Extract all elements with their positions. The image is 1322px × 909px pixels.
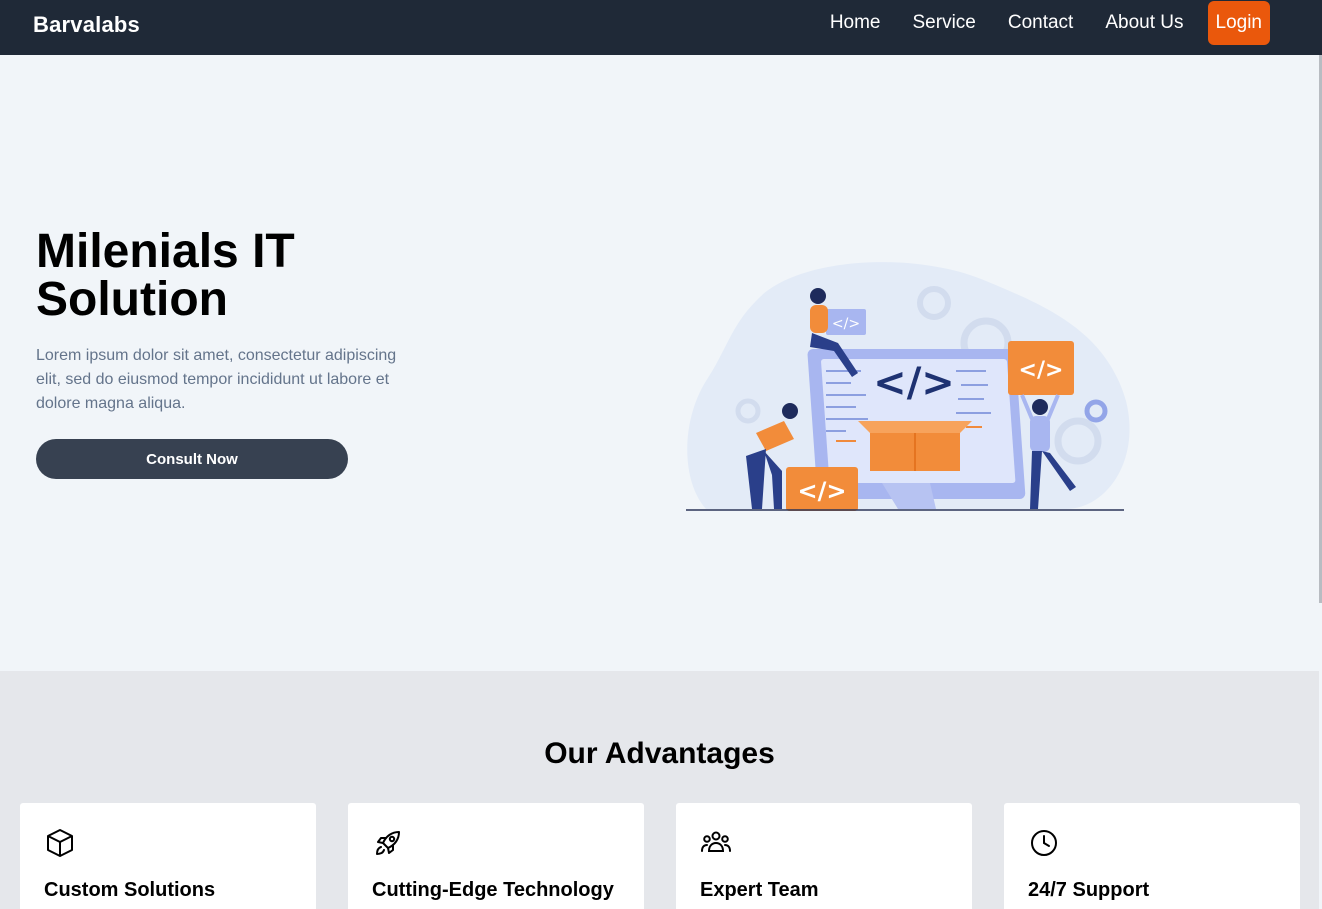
nav-link-contact[interactable]: Contact <box>1008 12 1073 34</box>
card-title: Cutting-Edge Technology <box>372 879 614 901</box>
top-navbar: Barvalabs Home Service Contact About Us … <box>0 0 1322 55</box>
clock-icon <box>1031 830 1057 856</box>
brand-logo[interactable]: Barvalabs <box>33 12 140 38</box>
svg-text:</>: </> <box>832 316 860 332</box>
code-illustration: </> </> </> </> <box>686 262 1130 511</box>
svg-text:</>: </> <box>873 360 955 406</box>
card-title: 24/7 Support <box>1028 879 1150 901</box>
team-icon <box>701 831 731 852</box>
cube-icon <box>47 829 73 857</box>
rocket-icon <box>376 831 400 855</box>
advantages-title: Our Advantages <box>544 737 775 770</box>
svg-text:</>: </> <box>1019 358 1064 383</box>
hero-description: Lorem ipsum dolor sit amet, consectetur … <box>36 347 397 412</box>
card-title: Custom Solutions <box>44 879 216 901</box>
nav-link-about[interactable]: About Us <box>1105 12 1183 34</box>
advantage-card-custom-solutions: Custom Solutions <box>20 803 316 909</box>
nav-links: Home Service Contact About Us Login <box>798 1 1270 45</box>
nav-link-service[interactable]: Service <box>913 12 976 34</box>
advantage-card-support: 24/7 Support <box>1004 803 1300 909</box>
hero-section: Milenials IT Solution Lorem ipsum dolor … <box>0 55 1319 671</box>
advantage-card-expert-team: Expert Team <box>676 803 972 909</box>
nav-link-home[interactable]: Home <box>830 12 881 34</box>
consult-now-button[interactable]: Consult Now <box>36 439 348 479</box>
card-title: Expert Team <box>700 879 819 901</box>
advantages-section: Our Advantages Custom Solutions Cutting-… <box>0 671 1319 909</box>
hero-title: Milenials IT Solution <box>36 225 295 326</box>
login-button[interactable]: Login <box>1207 1 1270 45</box>
svg-text:</>: </> <box>798 477 847 505</box>
advantage-card-cutting-edge-technology: Cutting-Edge Technology <box>348 803 644 909</box>
